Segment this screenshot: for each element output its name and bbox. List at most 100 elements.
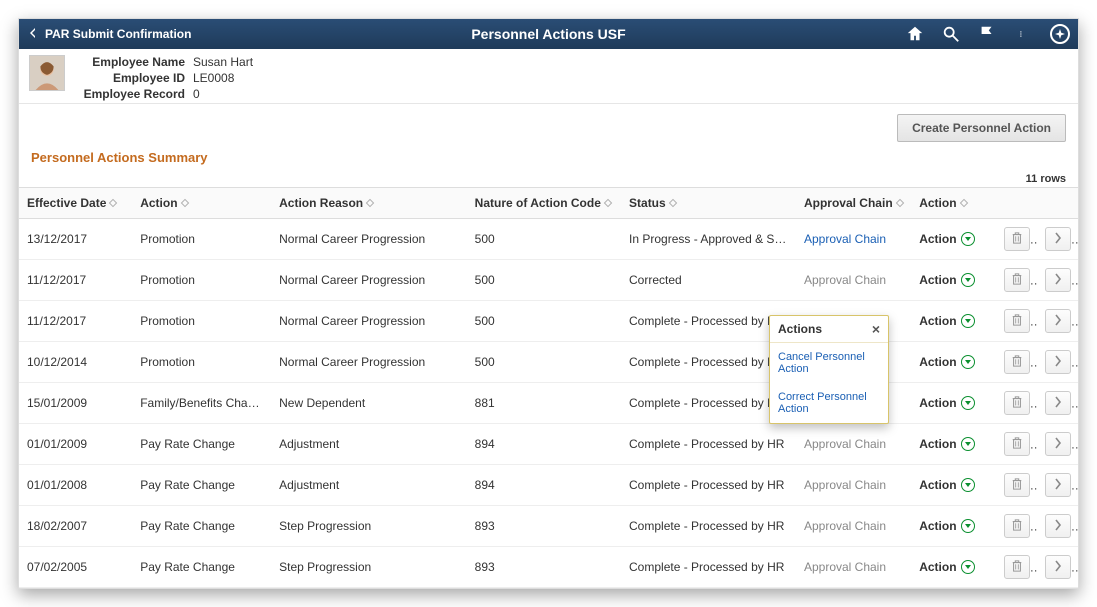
cell-reason: Normal Career Progression [271,301,467,342]
trash-icon [1011,519,1023,534]
chevron-down-icon [961,560,975,574]
chevron-down-icon [961,355,975,369]
approval-chain-link: Approval Chain [804,437,886,451]
sort-icon [668,199,676,207]
create-personnel-action-button[interactable]: Create Personnel Action [897,114,1066,142]
action-dropdown[interactable]: Action [919,273,974,287]
back-button[interactable]: PAR Submit Confirmation [27,27,191,42]
col-action-reason[interactable]: Action Reason [271,188,467,219]
col-noac[interactable]: Nature of Action Code [467,188,621,219]
action-dropdown[interactable]: Action [919,437,974,451]
col-delete [996,188,1037,219]
cell-action-button: Action [911,465,995,506]
cell-date: 15/01/2009 [19,383,132,424]
expand-button[interactable] [1045,391,1071,415]
action-dropdown[interactable]: Action [919,560,974,574]
cell-noac: 894 [467,465,621,506]
employee-name-value: Susan Hart [193,55,253,69]
employee-header: Employee Name Susan Hart Employee ID LE0… [19,49,1078,104]
delete-button[interactable] [1004,391,1030,415]
expand-button[interactable] [1045,514,1071,538]
action-dropdown[interactable]: Action [919,519,974,533]
delete-button[interactable] [1004,555,1030,579]
col-status[interactable]: Status [621,188,796,219]
trash-icon [1011,273,1023,288]
expand-button[interactable] [1045,227,1071,251]
col-approval-chain[interactable]: Approval Chain [796,188,911,219]
delete-button[interactable] [1004,350,1030,374]
cell-reason: Adjustment [271,465,467,506]
expand-button[interactable] [1045,432,1071,456]
popup-title: Actions [778,322,822,336]
cell-delete [996,260,1037,301]
action-dropdown[interactable]: Action [919,396,974,410]
table-row: 11/12/2017PromotionNormal Career Progres… [19,260,1078,301]
delete-button[interactable] [1004,514,1030,538]
cell-action: Promotion [132,219,271,260]
table-row: 15/01/2009Family/Benefits ChangeNew Depe… [19,383,1078,424]
action-dropdown[interactable]: Action [919,314,974,328]
approval-chain-link: Approval Chain [804,478,886,492]
delete-button[interactable] [1004,473,1030,497]
employee-record-label: Employee Record [75,87,185,101]
chevron-down-icon [961,232,975,246]
cell-date: 01/01/2009 [19,424,132,465]
row-count: 11 rows [19,173,1078,187]
trash-icon [1011,232,1023,247]
cell-status: Complete - Processed by HR [621,506,796,547]
col-action-button[interactable]: Action [911,188,995,219]
cell-action: Promotion [132,260,271,301]
action-label: Action [919,314,956,328]
cell-noac: 500 [467,219,621,260]
cell-action-button: Action [911,301,995,342]
cell-status: In Progress - Approved & Sign [621,219,796,260]
action-label: Action [919,519,956,533]
action-label: Action [919,355,956,369]
expand-button[interactable] [1045,268,1071,292]
expand-button[interactable] [1045,350,1071,374]
cell-expand [1037,301,1078,342]
actions-popup: Actions × Cancel Personnel Action Correc… [769,315,889,424]
action-dropdown[interactable]: Action [919,355,974,369]
cell-approval-chain: Approval Chain [796,424,911,465]
delete-button[interactable] [1004,432,1030,456]
cell-action-button: Action [911,547,995,588]
cell-expand [1037,424,1078,465]
compass-icon[interactable] [1050,24,1070,44]
more-icon[interactable] [1014,25,1032,43]
cell-action-button: Action [911,424,995,465]
cell-delete [996,547,1037,588]
cell-expand [1037,342,1078,383]
cell-action-button: Action [911,506,995,547]
sort-icon [366,199,374,207]
action-dropdown[interactable]: Action [919,478,974,492]
search-icon[interactable] [942,25,960,43]
popup-item-correct[interactable]: Correct Personnel Action [770,383,888,423]
home-icon[interactable] [906,25,924,43]
delete-button[interactable] [1004,309,1030,333]
action-label: Action [919,560,956,574]
chevron-right-icon [1052,396,1064,411]
close-icon[interactable]: × [872,322,880,336]
table-row: 13/12/2017PromotionNormal Career Progres… [19,219,1078,260]
expand-button[interactable] [1045,555,1071,579]
chevron-down-icon [961,478,975,492]
cell-status: Complete - Processed by HR [621,547,796,588]
flag-icon[interactable] [978,25,996,43]
expand-button[interactable] [1045,309,1071,333]
cell-delete [996,219,1037,260]
action-dropdown[interactable]: Action [919,232,974,246]
chevron-right-icon [1052,437,1064,452]
popup-item-cancel[interactable]: Cancel Personnel Action [770,343,888,383]
cell-action: Pay Rate Change [132,424,271,465]
delete-button[interactable] [1004,268,1030,292]
trash-icon [1011,478,1023,493]
sort-icon [604,199,612,207]
cell-delete [996,506,1037,547]
approval-chain-link[interactable]: Approval Chain [804,232,886,246]
cell-noac: 500 [467,301,621,342]
col-effective-date[interactable]: Effective Date [19,188,132,219]
expand-button[interactable] [1045,473,1071,497]
col-action[interactable]: Action [132,188,271,219]
delete-button[interactable] [1004,227,1030,251]
